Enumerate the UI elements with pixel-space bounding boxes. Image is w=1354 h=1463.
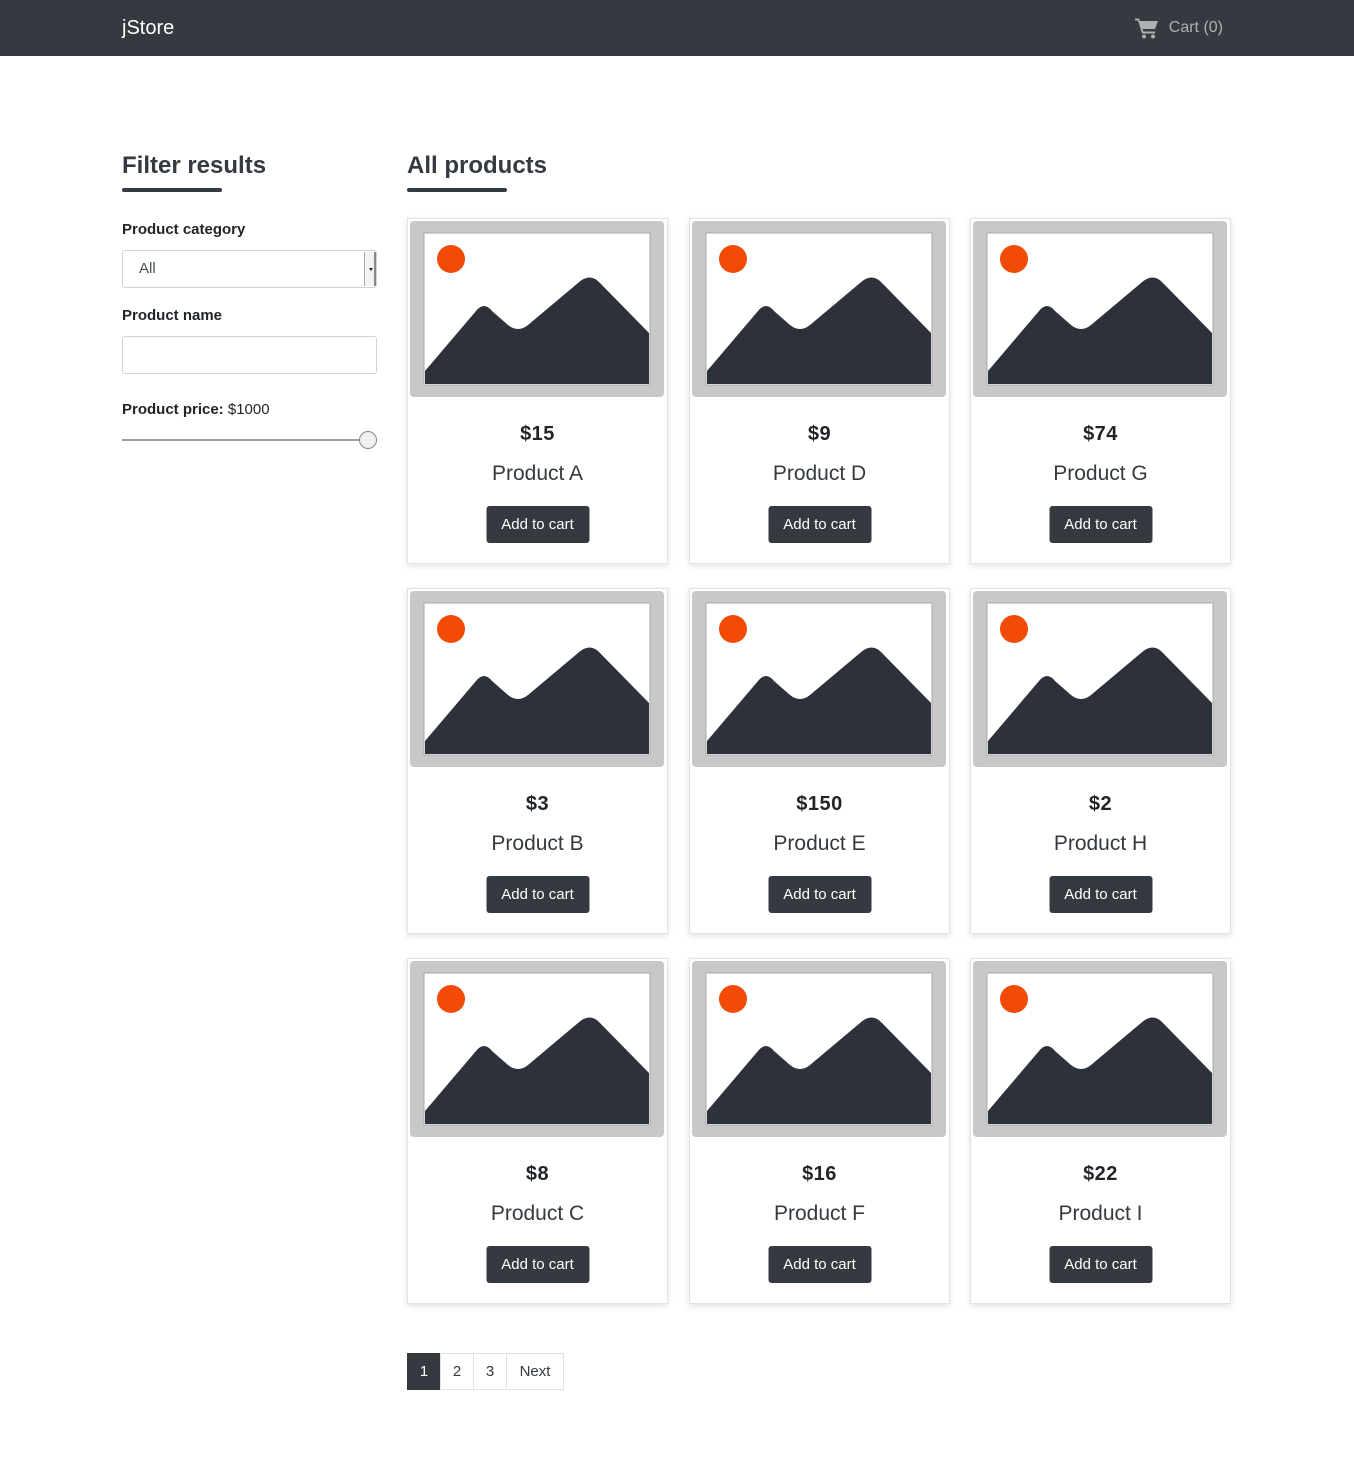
product-price: $150 <box>796 793 843 815</box>
category-select-value: All <box>139 260 156 277</box>
product-name: Product C <box>490 1202 585 1225</box>
filter-sidebar: Filter results Product category All Prod… <box>122 150 377 449</box>
add-to-cart-button[interactable]: Add to cart <box>486 876 589 913</box>
page-link-2[interactable]: 2 <box>440 1353 474 1390</box>
product-name: Product E <box>773 832 866 855</box>
product-price: $74 <box>1083 423 1118 445</box>
product-name: Product H <box>1053 832 1148 855</box>
product-price: $15 <box>520 423 555 445</box>
price-label: Product price: <box>122 401 224 418</box>
product-name: Product A <box>491 462 584 485</box>
products-title: All products <box>407 152 548 179</box>
product-name: Product I <box>1058 1202 1143 1225</box>
add-to-cart-button[interactable]: Add to cart <box>768 1246 871 1283</box>
add-to-cart-button[interactable]: Add to cart <box>486 506 589 543</box>
product-card: $22 Product I Add to cart <box>970 958 1231 1304</box>
add-to-cart-button[interactable]: Add to cart <box>768 876 871 913</box>
product-card: $9 Product D Add to cart <box>689 218 950 564</box>
shopping-cart-icon <box>1134 18 1158 39</box>
brand-logo[interactable]: jStore <box>122 16 174 40</box>
add-to-cart-button[interactable]: Add to cart <box>1049 876 1152 913</box>
product-price: $2 <box>1088 793 1113 815</box>
add-to-cart-button[interactable]: Add to cart <box>1049 506 1152 543</box>
product-image-placeholder-icon[interactable] <box>410 221 664 397</box>
product-card: $8 Product C Add to cart <box>407 958 668 1304</box>
product-image-placeholder-icon[interactable] <box>692 591 946 767</box>
product-image-placeholder-icon[interactable] <box>973 961 1227 1137</box>
page-link-1[interactable]: 1 <box>407 1353 441 1390</box>
product-image-placeholder-icon[interactable] <box>692 221 946 397</box>
product-card: $74 Product G Add to cart <box>970 218 1231 564</box>
product-price: $22 <box>1083 1163 1118 1185</box>
add-to-cart-button[interactable]: Add to cart <box>1049 1246 1152 1283</box>
product-price: $8 <box>525 1163 550 1185</box>
product-card: $150 Product E Add to cart <box>689 588 950 934</box>
product-price: $9 <box>807 423 832 445</box>
product-card: $16 Product F Add to cart <box>689 958 950 1304</box>
next-page-link[interactable]: Next <box>506 1353 564 1390</box>
price-value: $1000 <box>227 401 270 418</box>
page-link-3[interactable]: 3 <box>473 1353 507 1390</box>
product-price: $16 <box>802 1163 837 1185</box>
product-image-placeholder-icon[interactable] <box>692 961 946 1137</box>
product-name: Product F <box>773 1202 866 1225</box>
filter-title: Filter results <box>122 152 267 179</box>
product-name-input[interactable] <box>122 336 377 374</box>
products-header: All products <box>407 150 547 192</box>
price-slider-track[interactable] <box>122 439 368 441</box>
product-name-label: Product name <box>122 307 223 324</box>
products-title-underline <box>407 188 507 192</box>
cart-link[interactable]: Cart (0) <box>1134 14 1223 42</box>
pagination: 1 2 3 Next <box>407 1353 564 1390</box>
price-slider-thumb[interactable] <box>359 431 377 449</box>
cart-label: Cart (0) <box>1168 19 1223 36</box>
product-image-placeholder-icon[interactable] <box>973 221 1227 397</box>
product-name: Product G <box>1053 462 1148 485</box>
product-image-placeholder-icon[interactable] <box>410 591 664 767</box>
chevron-down-icon <box>364 252 376 286</box>
add-to-cart-button[interactable]: Add to cart <box>768 506 871 543</box>
price-filter-row: Product price: $1000 <box>122 400 270 420</box>
product-price: $3 <box>525 793 550 815</box>
product-card: $3 Product B Add to cart <box>407 588 668 934</box>
category-select[interactable]: All <box>122 250 377 288</box>
navbar: jStore Cart (0) <box>0 0 1354 56</box>
filter-title-underline <box>122 188 222 192</box>
product-image-placeholder-icon[interactable] <box>973 591 1227 767</box>
product-name: Product B <box>491 832 584 855</box>
category-label: Product category <box>122 221 246 238</box>
add-to-cart-button[interactable]: Add to cart <box>486 1246 589 1283</box>
product-card: $15 Product A Add to cart <box>407 218 668 564</box>
product-image-placeholder-icon[interactable] <box>410 961 664 1137</box>
product-name: Product D <box>772 462 867 485</box>
product-card: $2 Product H Add to cart <box>970 588 1231 934</box>
